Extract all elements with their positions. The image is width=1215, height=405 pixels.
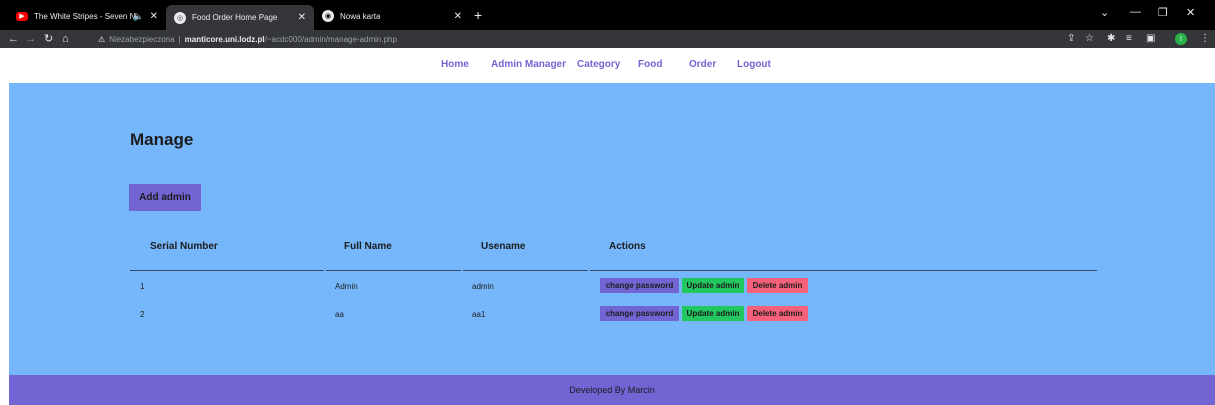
nav-category[interactable]: Category: [577, 59, 620, 70]
header-divider: [590, 270, 1097, 271]
header-divider: [130, 270, 324, 271]
tab-search-icon[interactable]: ⌄: [1100, 6, 1109, 19]
page-title: Manage: [130, 130, 194, 149]
cell-serial: 1: [140, 282, 145, 291]
browser-toolbar: ← → ↻ ⌂ ⚠ Niezabezpieczona | manticore.u…: [0, 30, 1215, 48]
menu-icon[interactable]: ⋮: [1200, 32, 1210, 46]
minimize-icon[interactable]: —: [1130, 6, 1141, 18]
close-tab-icon[interactable]: ✕: [454, 11, 462, 22]
tab-new[interactable]: ◉ Nowa karta ✕: [314, 4, 470, 28]
tab-food-order[interactable]: ◎ Food Order Home Page ✕: [166, 5, 314, 30]
extensions-icon[interactable]: ✱: [1107, 32, 1115, 46]
profile-avatar[interactable]: I: [1175, 33, 1187, 45]
add-admin-button[interactable]: Add admin: [129, 184, 201, 211]
nav-logout[interactable]: Logout: [737, 59, 771, 70]
cell-serial: 2: [140, 310, 145, 319]
cell-username: admin: [472, 282, 494, 291]
media-icon[interactable]: ≡: [1126, 32, 1132, 46]
address-bar[interactable]: ⚠ Niezabezpieczona | manticore.uni.lodz.…: [98, 32, 397, 46]
home-icon[interactable]: ⌂: [62, 32, 69, 46]
cell-username: aa1: [472, 310, 486, 319]
footer: Developed By Marcin: [9, 375, 1215, 405]
update-admin-button[interactable]: Update admin: [682, 306, 744, 321]
footer-text: Developed By Marcin: [569, 385, 655, 395]
cell-full-name: Admin: [335, 282, 358, 291]
share-icon[interactable]: ⇪: [1067, 32, 1075, 46]
header-username: Usename: [481, 241, 526, 252]
address-path: /~acdc000/admin/manage-admin.php: [264, 34, 397, 44]
forward-icon[interactable]: →: [25, 32, 36, 46]
header-divider: [326, 270, 461, 271]
back-icon[interactable]: ←: [8, 32, 19, 46]
bookmark-star-icon[interactable]: ☆: [1085, 32, 1094, 46]
sidepanel-icon[interactable]: ▣: [1146, 32, 1155, 46]
speaker-icon[interactable]: 🔈: [133, 11, 144, 22]
nav-admin-manager[interactable]: Admin Manager: [491, 59, 566, 70]
header-serial-number: Serial Number: [150, 241, 218, 252]
cell-full-name: aa: [335, 310, 344, 319]
reload-icon[interactable]: ↻: [44, 32, 53, 46]
close-tab-icon[interactable]: ✕: [298, 12, 306, 23]
security-label: Niezabezpieczona: [109, 34, 175, 44]
browser-tab-bar: ▶ The White Stripes - Seven N 🔈 ✕ ◎ Food…: [0, 0, 1215, 30]
new-tab-button[interactable]: +: [474, 7, 482, 23]
chrome-icon: ◉: [322, 10, 334, 22]
address-divider: |: [178, 34, 181, 44]
close-tab-icon[interactable]: ✕: [150, 11, 158, 22]
nav-home[interactable]: Home: [441, 59, 469, 70]
nav-order[interactable]: Order: [689, 59, 716, 70]
header-divider: [463, 270, 588, 271]
change-password-button[interactable]: change password: [600, 306, 679, 321]
nav-food[interactable]: Food: [638, 59, 662, 70]
header-full-name: Full Name: [344, 241, 392, 252]
window-close-icon[interactable]: ✕: [1186, 6, 1195, 19]
globe-icon: ◎: [174, 11, 186, 24]
update-admin-button[interactable]: Update admin: [682, 278, 744, 293]
main-content: Manage Add admin Serial Number Full Name…: [9, 83, 1215, 375]
delete-admin-button[interactable]: Delete admin: [747, 306, 808, 321]
change-password-button[interactable]: change password: [600, 278, 679, 293]
youtube-icon: ▶: [16, 11, 28, 21]
tab-youtube[interactable]: ▶ The White Stripes - Seven N 🔈 ✕: [8, 4, 166, 28]
warning-icon[interactable]: ⚠: [98, 35, 105, 44]
restore-icon[interactable]: ❐: [1158, 6, 1168, 19]
site-nav: Home Admin Manager Category Food Order L…: [0, 48, 1215, 83]
header-actions: Actions: [609, 241, 646, 252]
address-host: manticore.uni.lodz.pl: [184, 34, 265, 44]
delete-admin-button[interactable]: Delete admin: [747, 278, 808, 293]
